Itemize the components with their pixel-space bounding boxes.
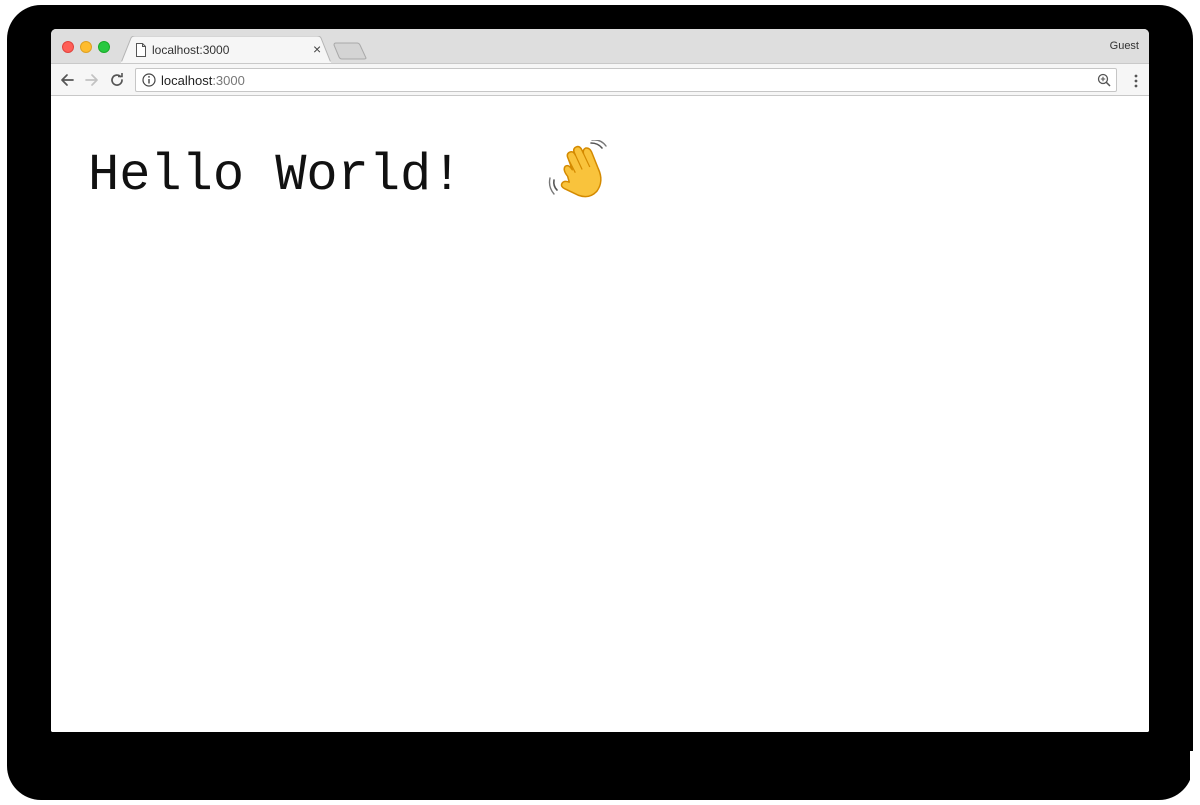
menu-dots-icon[interactable] [1133,73,1139,89]
window-minimize-button[interactable] [80,41,92,53]
url-text: localhost:3000 [161,73,245,88]
window-maximize-button[interactable] [98,41,110,53]
browser-window: localhost:3000 × Guest localhost:3000 He… [51,29,1149,732]
tab-title: localhost:3000 [152,43,230,57]
reload-icon[interactable] [108,71,126,89]
tab-localhost[interactable]: localhost:3000 × [121,36,331,63]
url-port: :3000 [212,73,245,88]
browser-toolbar: localhost:3000 [51,63,1149,96]
window-close-button[interactable] [62,41,74,53]
tab-close-icon[interactable]: × [313,41,321,57]
tab-strip: localhost:3000 × Guest [51,29,1149,63]
forward-arrow-icon[interactable] [83,71,101,89]
corner-artifact-edge [1190,751,1200,805]
new-tab-button[interactable] [333,42,367,60]
info-icon[interactable] [142,73,156,87]
page-viewport: Hello World! [51,96,1149,732]
page-icon [136,43,146,57]
profile-guest-label[interactable]: Guest [1110,40,1139,52]
page-heading: Hello World! [88,146,463,205]
url-host: localhost [161,73,213,88]
back-arrow-icon[interactable] [58,71,76,89]
waving-hand-icon [548,140,607,198]
zoom-icon[interactable] [1097,73,1111,87]
address-bar[interactable]: localhost:3000 [135,68,1117,92]
